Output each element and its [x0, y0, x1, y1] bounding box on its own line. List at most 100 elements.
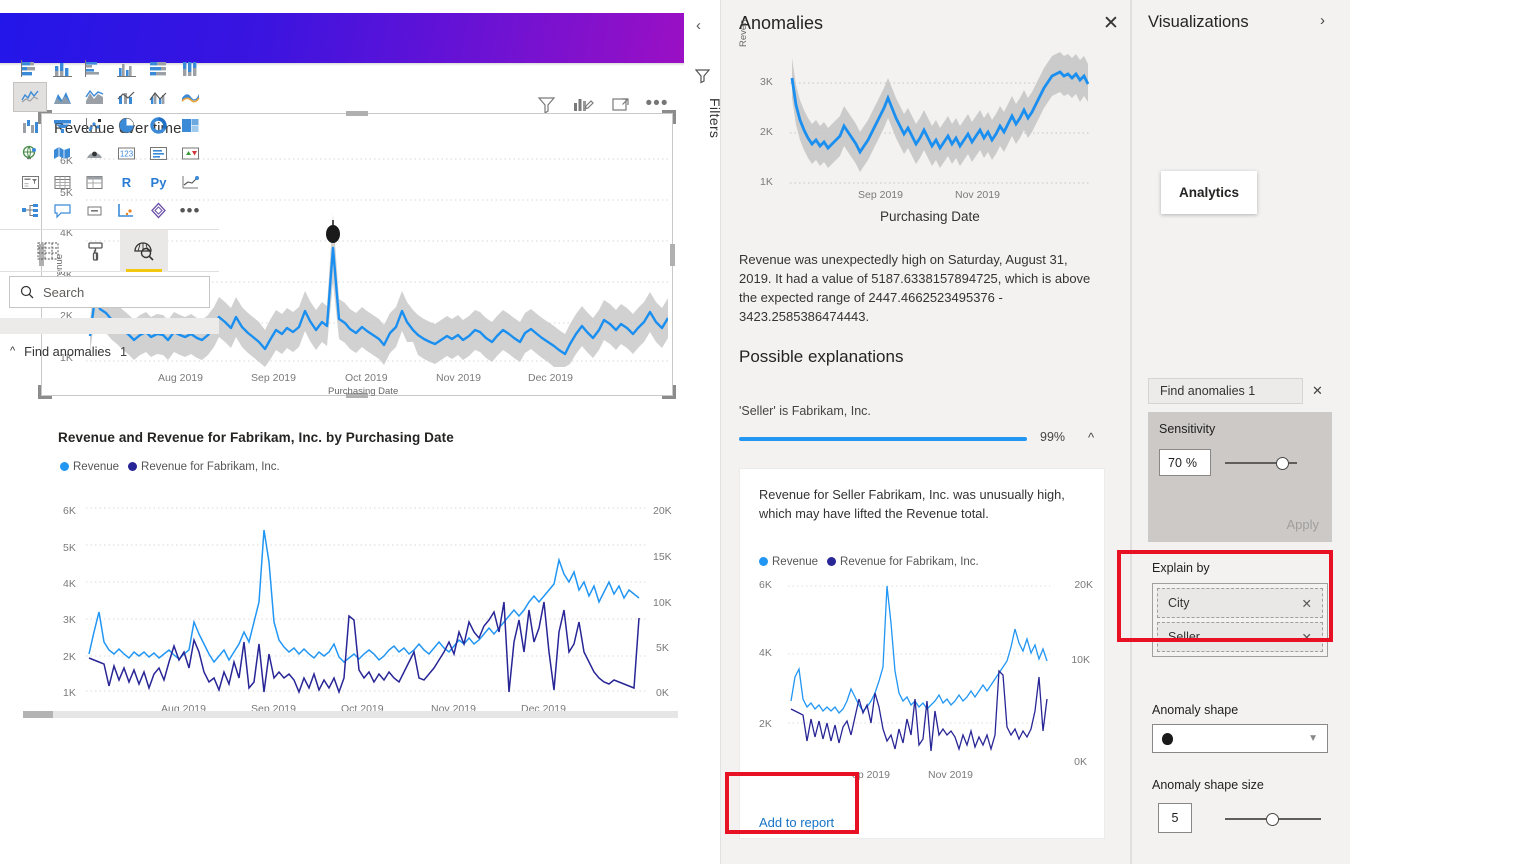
- legend-item-revenue: Revenue: [60, 461, 119, 473]
- r-script-visual-icon[interactable]: R: [110, 168, 142, 197]
- map-icon[interactable]: [14, 140, 46, 169]
- collapse-chevron-icon[interactable]: ‹: [696, 17, 701, 34]
- line-clustered-column-icon[interactable]: [142, 83, 174, 112]
- card-y-right-tick: 10K: [1071, 654, 1090, 666]
- filter-icon[interactable]: [535, 93, 557, 115]
- explain-by-label: Explain by: [1152, 561, 1210, 575]
- magnifier-chart-icon: [134, 242, 154, 261]
- 100-stacked-bar-chart-icon[interactable]: [142, 54, 174, 83]
- filters-pane-collapsed[interactable]: ‹ Filters: [686, 0, 723, 864]
- treemap-icon[interactable]: [174, 111, 206, 140]
- explain-by-field-city[interactable]: City ✕: [1157, 588, 1323, 618]
- kpi-icon[interactable]: [174, 140, 206, 169]
- resize-handle-top[interactable]: [346, 111, 368, 116]
- visual-revenue-fabrikam[interactable]: Revenue and Revenue for Fabrikam, Inc. b…: [8, 420, 681, 718]
- y-left-tick: 6K: [63, 505, 76, 517]
- explain-by-group: Explain by City ✕ Seller ✕: [1152, 561, 1328, 657]
- filled-map-icon[interactable]: [46, 140, 78, 169]
- horizontal-scrollbar[interactable]: [23, 711, 678, 718]
- legend-item-fabrikam: Revenue for Fabrikam, Inc.: [128, 461, 280, 473]
- card-y-right-tick: 0K: [1074, 756, 1087, 768]
- y-right-tick: 20K: [653, 505, 672, 517]
- clustered-column-chart-icon[interactable]: [110, 54, 142, 83]
- fields-icon: [37, 242, 59, 260]
- find-anomalies-item[interactable]: Find anomalies 1: [1148, 378, 1303, 404]
- chevron-up-icon[interactable]: ^: [1088, 430, 1094, 445]
- search-placeholder: Search: [43, 284, 85, 300]
- y-left-tick: 1K: [63, 687, 76, 699]
- analytics-tab[interactable]: [120, 230, 168, 272]
- multi-row-card-icon[interactable]: [142, 140, 174, 169]
- explain-by-field-seller[interactable]: Seller ✕: [1157, 622, 1323, 652]
- sensitivity-label: Sensitivity: [1159, 422, 1216, 436]
- explain-by-fieldwell[interactable]: City ✕ Seller ✕: [1152, 583, 1328, 657]
- anomaly-shape-size-input[interactable]: 5: [1158, 803, 1192, 833]
- resize-corner-br[interactable]: [662, 385, 676, 399]
- format-tab[interactable]: [72, 230, 120, 272]
- stacked-area-chart-icon[interactable]: [78, 83, 110, 112]
- remove-field-icon[interactable]: ✕: [1302, 630, 1312, 645]
- sensitivity-input[interactable]: 70 %: [1159, 449, 1211, 476]
- scatter-chart-icon[interactable]: [78, 111, 110, 140]
- funnel-chart-icon[interactable]: [46, 111, 78, 140]
- apply-button[interactable]: Apply: [1286, 517, 1319, 532]
- visual-type-grid[interactable]: 123 R Py •••: [13, 54, 206, 226]
- ribbon-chart-icon[interactable]: [174, 83, 206, 112]
- anomaly-shape-select[interactable]: ▼: [1152, 724, 1328, 753]
- arcgis-map-icon[interactable]: [78, 140, 110, 169]
- resize-corner-bl[interactable]: [38, 385, 52, 399]
- decomposition-tree-icon[interactable]: [14, 197, 46, 226]
- more-visuals-icon[interactable]: •••: [174, 197, 206, 226]
- qa-visual-icon[interactable]: [46, 197, 78, 226]
- resize-handle-right[interactable]: [670, 243, 675, 266]
- remove-field-icon[interactable]: ✕: [1302, 596, 1312, 611]
- card-y-left-tick: 6K: [759, 579, 772, 591]
- python-visual-icon[interactable]: Py: [142, 168, 174, 197]
- paginated-report-icon[interactable]: [110, 197, 142, 226]
- explanation-card[interactable]: Revenue for Seller Fabrikam, Inc. was un…: [739, 468, 1105, 839]
- focus-mode-icon[interactable]: [609, 93, 631, 115]
- sensitivity-slider-knob[interactable]: [1276, 457, 1289, 470]
- visualizations-tabs[interactable]: [0, 229, 219, 272]
- visual-toolbar[interactable]: •••: [535, 93, 668, 115]
- explanation-label: 'Seller' is Fabrikam, Inc.: [739, 404, 871, 418]
- slicer-icon[interactable]: [14, 168, 46, 197]
- personalize-visual-icon[interactable]: [572, 93, 594, 115]
- clustered-bar-chart-icon[interactable]: [78, 54, 110, 83]
- chevron-up-icon[interactable]: ^: [10, 345, 15, 357]
- matrix-icon[interactable]: [78, 168, 110, 197]
- pie-chart-icon[interactable]: [110, 111, 142, 140]
- find-anomalies-section-header[interactable]: ^ Find anomalies 1: [0, 338, 219, 364]
- explanation-card-legend: Revenue Revenue for Fabrikam, Inc.: [759, 556, 979, 568]
- anom-x-tick: Sep 2019: [858, 189, 903, 201]
- card-y-left-tick: 4K: [759, 647, 772, 659]
- y-left-tick: 5K: [63, 542, 76, 554]
- search-input[interactable]: Search: [9, 276, 210, 308]
- line-stacked-column-icon[interactable]: [110, 83, 142, 112]
- smart-narrative-icon[interactable]: [78, 197, 110, 226]
- legend-item-revenue: Revenue: [759, 556, 818, 568]
- y-left-tick: 2K: [63, 651, 76, 663]
- 100-stacked-column-chart-icon[interactable]: [174, 54, 206, 83]
- remove-anomalies-item-icon[interactable]: ✕: [1312, 383, 1323, 399]
- x-tick: Sep 2019: [251, 372, 296, 384]
- section-separator: [0, 318, 219, 334]
- chevron-down-icon[interactable]: ▼: [1308, 733, 1318, 744]
- add-to-report-link[interactable]: Add to report: [759, 815, 834, 830]
- shape-size-slider-knob[interactable]: [1266, 813, 1279, 826]
- anom-x-tick: Nov 2019: [955, 189, 1000, 201]
- power-apps-icon[interactable]: [142, 197, 174, 226]
- stacked-bar-chart-icon[interactable]: [14, 54, 46, 83]
- fields-tab[interactable]: [24, 230, 72, 272]
- stacked-column-chart-icon[interactable]: [46, 54, 78, 83]
- key-influencers-icon[interactable]: [174, 168, 206, 197]
- card-icon[interactable]: 123: [110, 140, 142, 169]
- waterfall-chart-icon[interactable]: [14, 111, 46, 140]
- visual2-title: Revenue and Revenue for Fabrikam, Inc. b…: [58, 430, 454, 445]
- area-chart-icon[interactable]: [46, 83, 78, 112]
- resize-corner-tr[interactable]: [662, 110, 676, 124]
- table-icon[interactable]: [46, 168, 78, 197]
- donut-chart-icon[interactable]: [142, 111, 174, 140]
- y-right-tick: 0K: [656, 687, 669, 699]
- line-chart-icon[interactable]: [13, 81, 47, 112]
